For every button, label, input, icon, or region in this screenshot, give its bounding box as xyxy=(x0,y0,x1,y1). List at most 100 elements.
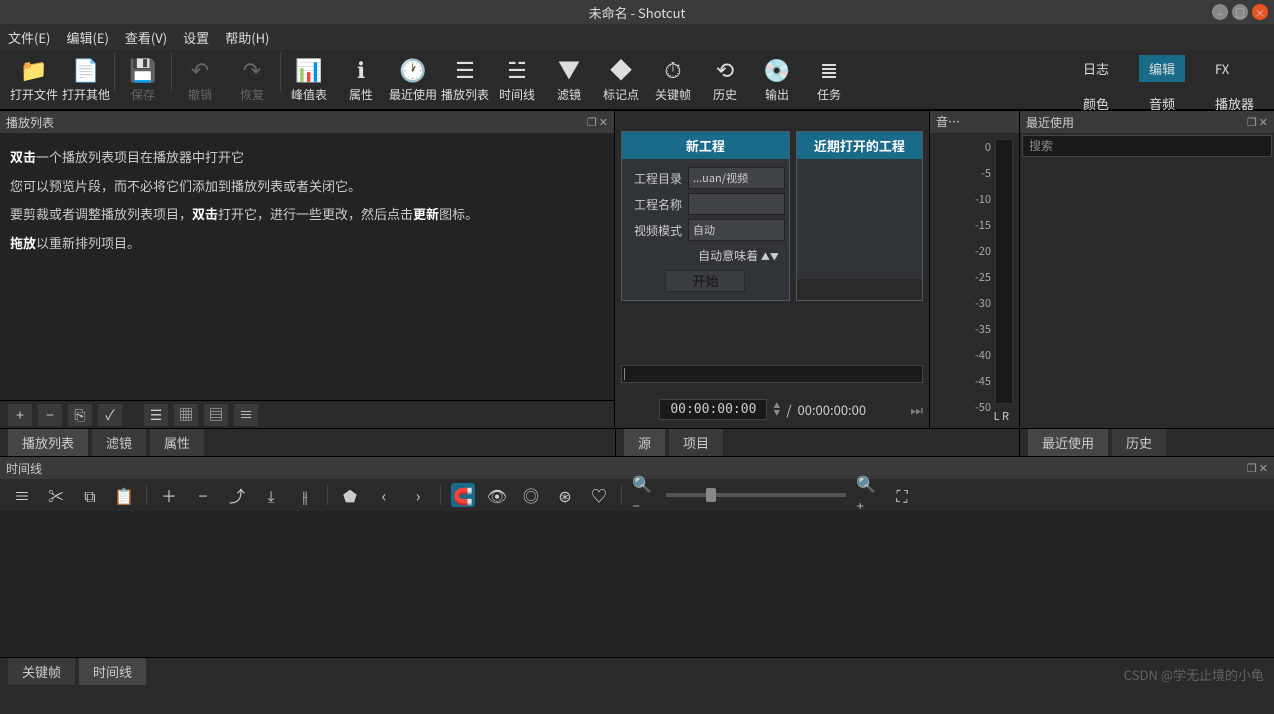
overwrite-button[interactable]: ⤓ xyxy=(259,483,283,507)
prev-button[interactable]: ‹ xyxy=(372,483,396,507)
next-button[interactable]: › xyxy=(406,483,430,507)
peak-meter-button[interactable]: 📊峰值表 xyxy=(283,52,335,108)
view-tiles-button[interactable]: ▦ xyxy=(174,404,198,426)
split-button[interactable]: ⫲ xyxy=(293,483,317,507)
undo-button[interactable]: ↶撤销 xyxy=(174,52,226,108)
view-list-button[interactable]: ☰ xyxy=(144,404,168,426)
export-button[interactable]: 💿输出 xyxy=(751,52,803,108)
tab-recent[interactable]: 最近使用 xyxy=(1028,429,1108,456)
close-panel-icon[interactable]: ✕ xyxy=(1259,114,1268,130)
player-progress[interactable] xyxy=(621,365,923,383)
timeline-icon: ☱ xyxy=(507,56,527,82)
update-button[interactable]: ⎘ xyxy=(68,404,92,426)
project-folder-field[interactable]: ...uan/视频 xyxy=(688,167,785,189)
close-button[interactable]: × xyxy=(1252,4,1268,20)
keyframes-button[interactable]: ⏱关键帧 xyxy=(647,52,699,108)
time-spinner[interactable]: ▲▼ xyxy=(773,403,780,417)
skip-end-icon[interactable]: ⏭ xyxy=(910,400,923,420)
video-mode-field[interactable]: 自动 xyxy=(688,219,785,241)
remove-button[interactable]: − xyxy=(191,483,215,507)
close-panel-icon[interactable]: ✕ xyxy=(599,114,608,130)
save-button[interactable]: 💾保存 xyxy=(117,52,169,108)
check-button[interactable]: ✓ xyxy=(98,404,122,426)
paste-button[interactable]: 📋 xyxy=(112,483,136,507)
menu-view[interactable]: 查看(V) xyxy=(125,28,167,47)
undock-icon[interactable]: ❐ xyxy=(587,114,597,130)
tab-audio[interactable]: 音频 xyxy=(1139,90,1185,117)
filters-button[interactable]: ▼滤镜 xyxy=(543,52,595,108)
undock-icon[interactable]: ❐ xyxy=(1247,460,1257,476)
remove-button[interactable]: − xyxy=(38,404,62,426)
zoom-slider[interactable] xyxy=(666,493,846,497)
recent-button[interactable]: 🕐最近使用 xyxy=(387,52,439,108)
open-other-button[interactable]: 📄打开其他 xyxy=(60,52,112,108)
open-file-button[interactable]: 📁打开文件 xyxy=(8,52,60,108)
tab-color[interactable]: 颜色 xyxy=(1073,90,1119,117)
zoom-fit-button[interactable]: ⛶ xyxy=(890,483,914,507)
meter-icon: 📊 xyxy=(295,56,322,82)
menu-edit[interactable]: 编辑(E) xyxy=(66,28,108,47)
view-icons-button[interactable]: ≡ xyxy=(234,404,258,426)
tab-history[interactable]: 历史 xyxy=(1112,429,1166,456)
file-plus-icon: 📄 xyxy=(72,56,99,82)
scrub-button[interactable]: 👁 xyxy=(485,483,509,507)
redo-icon: ↷ xyxy=(243,56,261,82)
ripple-button[interactable]: ◎ xyxy=(519,483,543,507)
tab-source[interactable]: 源 xyxy=(624,429,665,456)
playlist-toolbar: + − ⎘ ✓ ☰ ▦ ▤ ≡ xyxy=(0,400,614,428)
audio-scale: 0-5-10 -15-20-25 -30-35-40 -45-50 xyxy=(975,139,991,425)
player-panel: 新工程 工程目录...uan/视频 工程名称 视频模式自动 自动意味着 ▲▼ 开… xyxy=(615,111,929,428)
tab-playlist[interactable]: 播放列表 xyxy=(8,429,88,456)
append-button[interactable]: ＋ xyxy=(157,483,181,507)
current-time[interactable]: 00:00:00:00 xyxy=(659,399,767,420)
close-panel-icon[interactable]: ✕ xyxy=(1259,460,1268,476)
timeline-toolbar: ≡ ✂ ⧉ 📋 ＋ − ⤴ ⤓ ⫲ ⬟ ‹ › 🧲 👁 ◎ ⊛ ♡ 🔍⁻ 🔍⁺ … xyxy=(0,479,1274,511)
tab-keyframes[interactable]: 关键帧 xyxy=(8,658,75,685)
undock-icon[interactable]: ❐ xyxy=(1247,114,1257,130)
watermark: CSDN @学无止境的小龟 xyxy=(1124,665,1264,684)
tab-log[interactable]: 日志 xyxy=(1073,55,1119,82)
recent-projects-list[interactable] xyxy=(797,159,922,279)
tab-properties[interactable]: 属性 xyxy=(150,429,204,456)
tab-player[interactable]: 播放器 xyxy=(1205,90,1264,117)
ripple-markers-button[interactable]: ♡ xyxy=(587,483,611,507)
zoom-in-button[interactable]: 🔍⁺ xyxy=(856,483,880,507)
start-button[interactable]: 开始 xyxy=(665,270,745,292)
tab-project[interactable]: 项目 xyxy=(669,429,723,456)
maximize-button[interactable]: □ xyxy=(1232,4,1248,20)
timeline-tracks[interactable] xyxy=(0,511,1274,657)
markers-button[interactable]: ◆标记点 xyxy=(595,52,647,108)
ripple-all-button[interactable]: ⊛ xyxy=(553,483,577,507)
snap-button[interactable]: 🧲 xyxy=(451,483,475,507)
menu-settings[interactable]: 设置 xyxy=(183,28,209,47)
view-details-button[interactable]: ▤ xyxy=(204,404,228,426)
jobs-icon: ≣ xyxy=(820,56,838,82)
tab-filters[interactable]: 滤镜 xyxy=(92,429,146,456)
clock-icon: 🕐 xyxy=(399,56,426,82)
audio-peak-panel: 音… 0-5-10 -15-20-25 -30-35-40 -45-50 L R xyxy=(929,111,1019,428)
audio-meter xyxy=(995,139,1013,404)
jobs-button[interactable]: ≣任务 xyxy=(803,52,855,108)
playlist-button[interactable]: ☰播放列表 xyxy=(439,52,491,108)
menu-file[interactable]: 文件(E) xyxy=(8,28,50,47)
properties-button[interactable]: ℹ属性 xyxy=(335,52,387,108)
menubar: 文件(E) 编辑(E) 查看(V) 设置 帮助(H) xyxy=(0,24,1274,50)
timeline-panel: 时间线 ❐✕ ≡ ✂ ⧉ 📋 ＋ − ⤴ ⤓ ⫲ ⬟ ‹ › 🧲 👁 ◎ ⊛ ♡… xyxy=(0,456,1274,657)
add-button[interactable]: + xyxy=(8,404,32,426)
redo-button[interactable]: ↷恢复 xyxy=(226,52,278,108)
history-button[interactable]: ⟲历史 xyxy=(699,52,751,108)
lift-button[interactable]: ⤴ xyxy=(225,483,249,507)
zoom-out-button[interactable]: 🔍⁻ xyxy=(632,483,656,507)
marker-button[interactable]: ⬟ xyxy=(338,483,362,507)
tab-timeline[interactable]: 时间线 xyxy=(79,658,146,685)
tab-edit[interactable]: 编辑 xyxy=(1139,55,1185,82)
timeline-button[interactable]: ☱时间线 xyxy=(491,52,543,108)
minimize-button[interactable]: – xyxy=(1212,4,1228,20)
recent-search-input[interactable]: 搜索 xyxy=(1022,135,1272,157)
tab-fx[interactable]: FX xyxy=(1205,55,1239,82)
tl-menu-button[interactable]: ≡ xyxy=(10,483,34,507)
menu-help[interactable]: 帮助(H) xyxy=(225,28,269,47)
project-name-field[interactable] xyxy=(688,193,785,215)
copy-button[interactable]: ⧉ xyxy=(78,483,102,507)
cut-button[interactable]: ✂ xyxy=(44,483,68,507)
